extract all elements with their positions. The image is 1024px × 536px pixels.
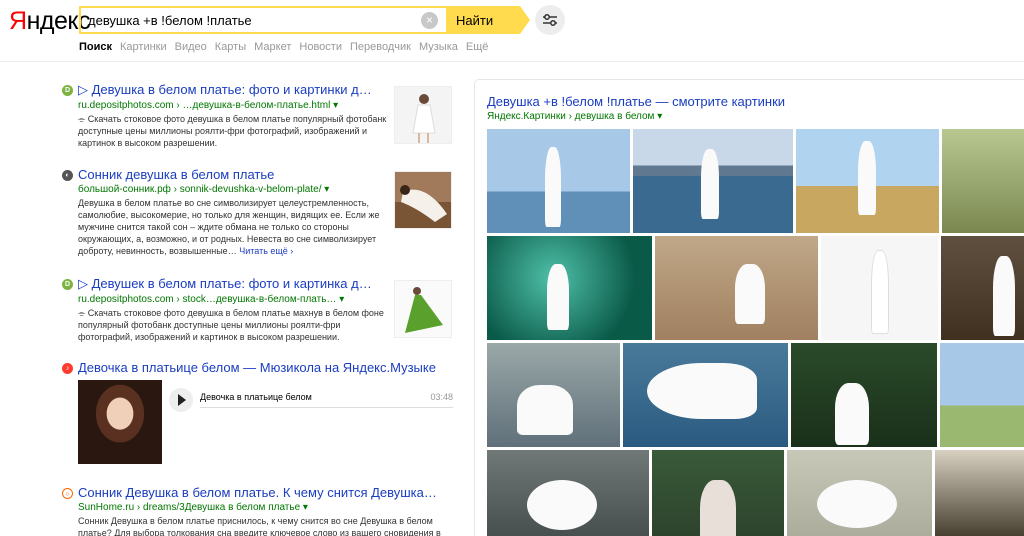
progress-bar[interactable] xyxy=(200,407,453,408)
image-tile[interactable] xyxy=(487,450,649,536)
tab-translate[interactable]: Переводчик xyxy=(350,41,411,53)
woman-green-dress-image xyxy=(395,281,451,337)
tab-search[interactable]: Поиск xyxy=(79,41,112,53)
image-tile[interactable] xyxy=(487,129,630,233)
result-title[interactable]: Девочка в платьице белом — Мюзикола на Я… xyxy=(78,360,457,375)
result-title[interactable]: Сонник Девушка в белом платье. К чему сн… xyxy=(78,485,457,500)
music-favicon: ♪ xyxy=(62,363,73,374)
tab-news[interactable]: Новости xyxy=(299,41,342,53)
tab-video[interactable]: Видео xyxy=(175,41,207,53)
image-tile[interactable] xyxy=(787,450,932,536)
result-snippet: ⌯ Скачать стоковое фото девушка в белом … xyxy=(78,308,384,342)
yandex-logo[interactable]: Яндекс xyxy=(9,7,91,36)
image-tile[interactable] xyxy=(652,450,784,536)
tab-music[interactable]: Музыка xyxy=(419,41,458,53)
search-query: девушка +в !белом !платье xyxy=(88,12,252,28)
play-icon[interactable] xyxy=(169,388,193,412)
tabs-divider xyxy=(0,61,1024,62)
find-button[interactable]: Найти xyxy=(446,6,530,34)
read-more-link[interactable]: Читать ещё › xyxy=(239,246,293,256)
image-tile[interactable] xyxy=(655,236,818,340)
result-thumbnail[interactable] xyxy=(394,280,452,338)
search-tabs: Поиск Картинки Видео Карты Маркет Новост… xyxy=(79,41,496,53)
image-tile[interactable] xyxy=(487,236,652,340)
result-url[interactable]: SunHome.ru › dreams/3Девушка в белом пла… xyxy=(78,502,457,513)
tab-maps[interactable]: Карты xyxy=(215,41,246,53)
depositphotos-favicon: D xyxy=(62,85,73,96)
music-player: Девочка в платьице белом 03:48 xyxy=(78,380,453,468)
result-snippet: ⌯ Скачать стоковое фото девушка в белом … xyxy=(78,114,387,148)
tab-more[interactable]: Ещё xyxy=(466,41,489,53)
tab-images[interactable]: Картинки xyxy=(120,41,167,53)
image-tile[interactable] xyxy=(487,343,620,447)
sunhome-favicon: ○ xyxy=(62,488,73,499)
snippet-text: Девушка в белом платье во сне символизир… xyxy=(78,198,380,256)
image-tile[interactable] xyxy=(791,343,937,447)
image-tile[interactable] xyxy=(623,343,788,447)
tab-market[interactable]: Маркет xyxy=(254,41,291,53)
search-form: девушка +в !белом !платье × Найти xyxy=(79,6,530,34)
result-snippet: Девушка в белом платье во сне символизир… xyxy=(78,197,388,257)
track-title[interactable]: Девочка в платьице белом xyxy=(200,392,312,402)
search-result: D ▷ Девушек в белом платье: фото и карти… xyxy=(62,276,457,343)
woman-in-dress-image xyxy=(395,87,451,143)
image-tile[interactable] xyxy=(935,450,1024,536)
music-result: ♪ Девочка в платьице белом — Мюзикола на… xyxy=(62,360,457,470)
search-result: D ▷ Девушка в белом платье: фото и карти… xyxy=(62,82,457,149)
settings-icon[interactable] xyxy=(535,5,565,35)
track-duration: 03:48 xyxy=(430,392,453,402)
search-result: ○ Сонник Девушка в белом платье. К чему … xyxy=(62,485,457,536)
album-cover[interactable] xyxy=(78,380,162,464)
sliders-icon xyxy=(543,14,557,26)
sonnik-favicon: ◐ xyxy=(62,170,73,181)
depositphotos-favicon: D xyxy=(62,279,73,290)
woman-lying-image xyxy=(395,172,451,228)
image-tile[interactable] xyxy=(940,343,1024,447)
result-thumbnail[interactable] xyxy=(394,86,452,144)
images-panel-title[interactable]: Девушка +в !белом !платье — смотрите кар… xyxy=(487,94,785,109)
image-tile[interactable] xyxy=(821,236,938,340)
search-result: ◐ Сонник девушка в белом платье большой-… xyxy=(62,167,457,257)
images-panel-url[interactable]: Яндекс.Картинки › девушка в белом ▾ xyxy=(487,111,662,122)
clear-icon[interactable]: × xyxy=(421,11,438,29)
image-tile[interactable] xyxy=(633,129,793,233)
image-tile[interactable] xyxy=(942,129,1024,233)
image-tile[interactable] xyxy=(796,129,939,233)
result-thumbnail[interactable] xyxy=(394,171,452,229)
search-input[interactable]: девушка +в !белом !платье × xyxy=(79,6,446,34)
images-panel: Девушка +в !белом !платье — смотрите кар… xyxy=(474,79,1024,536)
image-tile[interactable] xyxy=(941,236,1024,340)
result-snippet: Сонник Девушка в белом платье приснилось… xyxy=(78,516,441,536)
